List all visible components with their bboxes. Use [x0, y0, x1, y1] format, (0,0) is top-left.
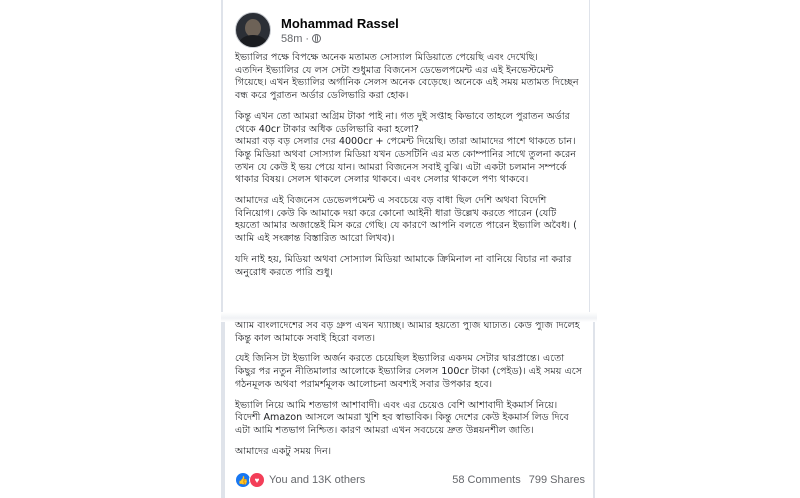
- love-icon: ♥: [249, 472, 265, 488]
- comments-count[interactable]: 58 Comments: [452, 474, 520, 486]
- post-time: 58m ·: [281, 33, 399, 45]
- post-header: Mohammad Rassel 58m ·: [235, 12, 399, 48]
- reactions-summary[interactable]: 👍 ♥ You and 13K others: [235, 472, 365, 488]
- post-body: ইভ্যালির পক্ষে বিপক্ষে অনেক মতামত সোস্যা…: [235, 52, 580, 287]
- post-paragraph: ইভ্যালি নিয়ে আমি শতভাগ আশাবাদী। এবং এর …: [235, 399, 569, 436]
- timestamp[interactable]: 58m: [281, 33, 302, 45]
- post-card-top: Mohammad Rassel 58m · ইভ্যালির পক্ষে বিপ…: [223, 0, 589, 318]
- post-paragraph: যেই জিনিস টা ইভ্যালি অর্জন করতে চেয়েছিল…: [235, 353, 582, 390]
- globe-icon: [312, 34, 322, 43]
- shares-count[interactable]: 799 Shares: [529, 474, 585, 486]
- post-paragraph: কিন্তু এখন তো আমরা অগ্রিম টাকা পাই না। গ…: [235, 110, 577, 186]
- avatar[interactable]: [235, 12, 271, 48]
- reactions-text[interactable]: You and 13K others: [269, 474, 365, 486]
- author-name[interactable]: Mohammad Rassel: [281, 16, 399, 31]
- post-body-continued: আমি বাংলাদেশের সব বড় গ্রুপ এখন খ্যাচ্ছি…: [235, 320, 585, 466]
- post-paragraph: আমাদের একটু সময় দিন।: [235, 445, 332, 457]
- post-paragraph: যদি নাই হয়, মিডিয়া অথবা সোস্যাল মিডিয়…: [235, 253, 572, 278]
- post-paragraph: আমি বাংলাদেশের সব বড় গ্রুপ এখন খ্যাচ্ছি…: [235, 320, 580, 344]
- post-paragraph: ইভ্যালির পক্ষে বিপক্ষে অনেক মতামত সোস্যা…: [235, 52, 579, 102]
- post-footer: 👍 ♥ You and 13K others 58 Comments 799 S…: [235, 469, 585, 491]
- post-card-bottom: আমি বাংলাদেশের সব বড় গ্রুপ এখন খ্যাচ্ছি…: [223, 318, 595, 498]
- post-paragraph: আমাদের এই বিজনেস ডেভেলপমেন্ট এ সবচেয়ে ব…: [235, 195, 577, 245]
- engagement-counts: 58 Comments 799 Shares: [452, 474, 585, 486]
- separator: ·: [305, 32, 310, 45]
- screenshot-seam: [221, 312, 597, 322]
